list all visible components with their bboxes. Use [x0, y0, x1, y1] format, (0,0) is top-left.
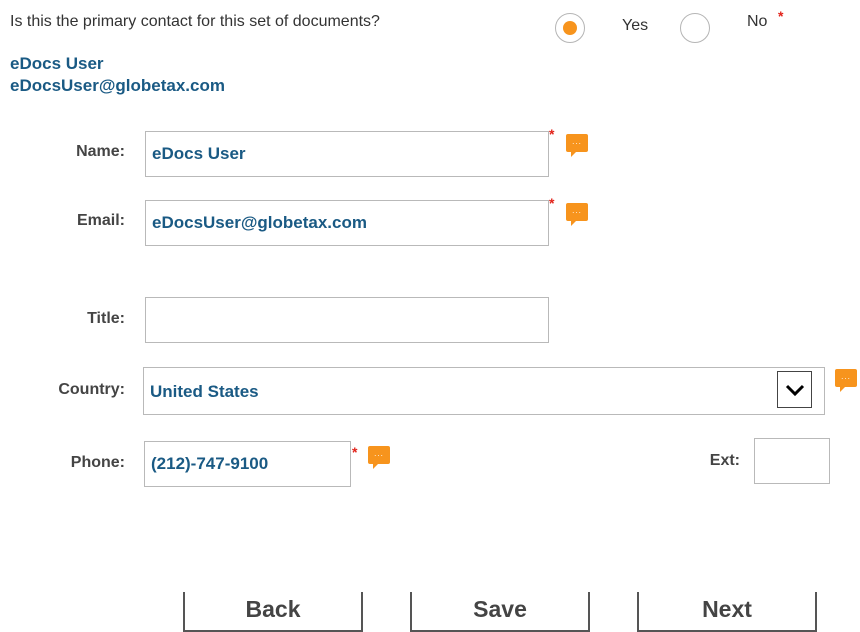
primary-contact-question: Is this the primary contact for this set… — [10, 13, 380, 30]
chevron-down-icon — [785, 384, 805, 397]
country-dropdown-button[interactable] — [777, 371, 812, 408]
title-input[interactable] — [145, 297, 549, 343]
phone-comment-icon[interactable]: ... — [368, 446, 390, 469]
name-comment-icon[interactable]: ... — [566, 134, 588, 157]
country-comment-icon[interactable]: ... — [835, 369, 857, 392]
back-button[interactable]: Back — [183, 592, 363, 632]
save-button[interactable]: Save — [410, 592, 590, 632]
phone-label: Phone: — [70, 454, 125, 471]
phone-required-asterisk: * — [352, 444, 358, 460]
no-radio[interactable] — [680, 13, 710, 43]
email-label: Email: — [76, 212, 125, 229]
next-button[interactable]: Next — [637, 592, 817, 632]
email-required-asterisk: * — [549, 195, 555, 211]
user-name: eDocs User — [10, 54, 104, 73]
yes-label: Yes — [622, 17, 649, 34]
user-email: eDocsUser@globetax.com — [10, 76, 225, 95]
ext-label: Ext: — [709, 452, 740, 469]
yes-radio[interactable] — [555, 13, 585, 43]
title-label: Title: — [87, 310, 125, 327]
name-required-asterisk: * — [549, 126, 555, 142]
radio-selected-dot — [563, 21, 577, 35]
country-select[interactable]: United States — [143, 367, 825, 415]
email-input[interactable]: eDocsUser@globetax.com — [145, 200, 549, 246]
ext-input[interactable] — [754, 438, 830, 484]
name-label: Name: — [76, 143, 125, 160]
no-label: No — [747, 13, 768, 30]
name-input[interactable]: eDocs User — [145, 131, 549, 177]
country-label: Country: — [58, 381, 125, 398]
email-comment-icon[interactable]: ... — [566, 203, 588, 226]
required-asterisk: * — [778, 8, 784, 24]
phone-input[interactable]: (212)-747-9100 — [144, 441, 351, 487]
